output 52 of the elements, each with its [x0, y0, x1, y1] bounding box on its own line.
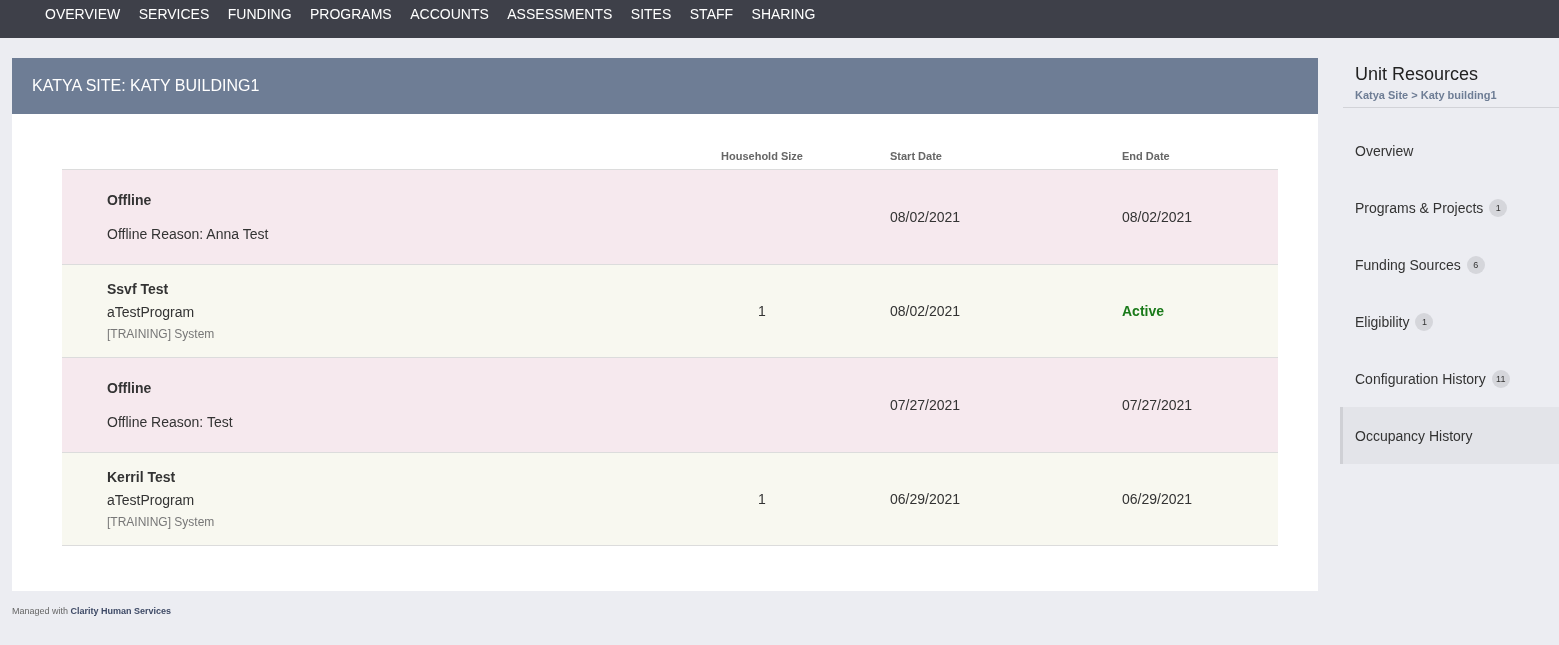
nav-link[interactable]: ACCOUNTS: [410, 6, 489, 22]
offline-reason: Offline Reason: Test: [107, 414, 234, 430]
sidebar-item[interactable]: Overview: [1340, 122, 1559, 179]
nav-link[interactable]: OVERVIEW: [45, 6, 121, 22]
column-header: Start Date: [889, 150, 943, 162]
panel-title: KATYA SITE: KATY BUILDING1: [32, 77, 260, 95]
nav-link[interactable]: ASSESSMENTS: [507, 6, 613, 22]
nav-link[interactable]: PROGRAMS: [310, 6, 392, 22]
sidebar-item[interactable]: Configuration History 11: [1340, 350, 1559, 407]
offline-reason: Offline Reason: Anna Test: [107, 226, 270, 242]
nav-link[interactable]: SITES: [630, 6, 672, 22]
sidebar-item[interactable]: Funding Sources 6: [1340, 236, 1559, 293]
end-date: 08/02/2021: [1122, 209, 1193, 225]
count-badge: 11: [1491, 369, 1510, 388]
sidebar-item-label: Funding Sources: [1355, 256, 1461, 273]
breadcrumb: Katya Site > Katy building1: [1355, 89, 1497, 101]
count-badge: 1: [1415, 312, 1434, 331]
sidebar-title: Unit Resources: [1355, 64, 1480, 85]
sidebar-item-label: Eligibility: [1355, 313, 1410, 330]
sidebar-item-label: Configuration History: [1355, 370, 1486, 387]
start-date: 08/02/2021: [890, 303, 961, 319]
sidebar-item-label: Programs & Projects: [1355, 199, 1484, 216]
sidebar-item[interactable]: Occupancy History: [1340, 407, 1559, 464]
start-date: 08/02/2021: [890, 209, 961, 225]
start-date: 06/29/2021: [890, 491, 961, 507]
end-date: 06/29/2021: [1122, 491, 1193, 507]
sidebar-item-label: Occupancy History: [1355, 427, 1473, 444]
end-date: 07/27/2021: [1122, 397, 1193, 413]
status-title: Offline: [107, 380, 153, 396]
program-name: aTestProgram: [107, 492, 196, 508]
household-size: 1: [758, 491, 766, 507]
sidebar-item-label: Overview: [1355, 142, 1414, 159]
nav-link[interactable]: SERVICES: [138, 6, 210, 22]
column-header: End Date: [1122, 150, 1171, 162]
column-header: Household Size: [720, 150, 804, 162]
count-badge: 1: [1489, 198, 1508, 217]
system-name: [TRAINING] System: [107, 327, 216, 341]
sidebar-item[interactable]: Eligibility 1: [1340, 293, 1559, 350]
status-title: Offline: [107, 192, 153, 208]
count-badge: 6: [1466, 255, 1485, 274]
system-name: [TRAINING] System: [107, 515, 216, 529]
start-date: 07/27/2021: [890, 397, 961, 413]
nav-link[interactable]: STAFF: [689, 6, 734, 22]
nav-link[interactable]: SHARING: [751, 6, 816, 22]
program-name: aTestProgram: [107, 304, 196, 320]
sidebar-item[interactable]: Programs & Projects 1: [1340, 179, 1559, 236]
household-size: 1: [758, 303, 766, 319]
client-name: Ssvf Test: [107, 281, 170, 297]
nav-link[interactable]: FUNDING: [227, 6, 292, 22]
end-date: Active: [1122, 303, 1165, 319]
footer-text: Managed with Clarity Human Services: [12, 606, 173, 616]
client-name: Kerril Test: [107, 469, 177, 485]
